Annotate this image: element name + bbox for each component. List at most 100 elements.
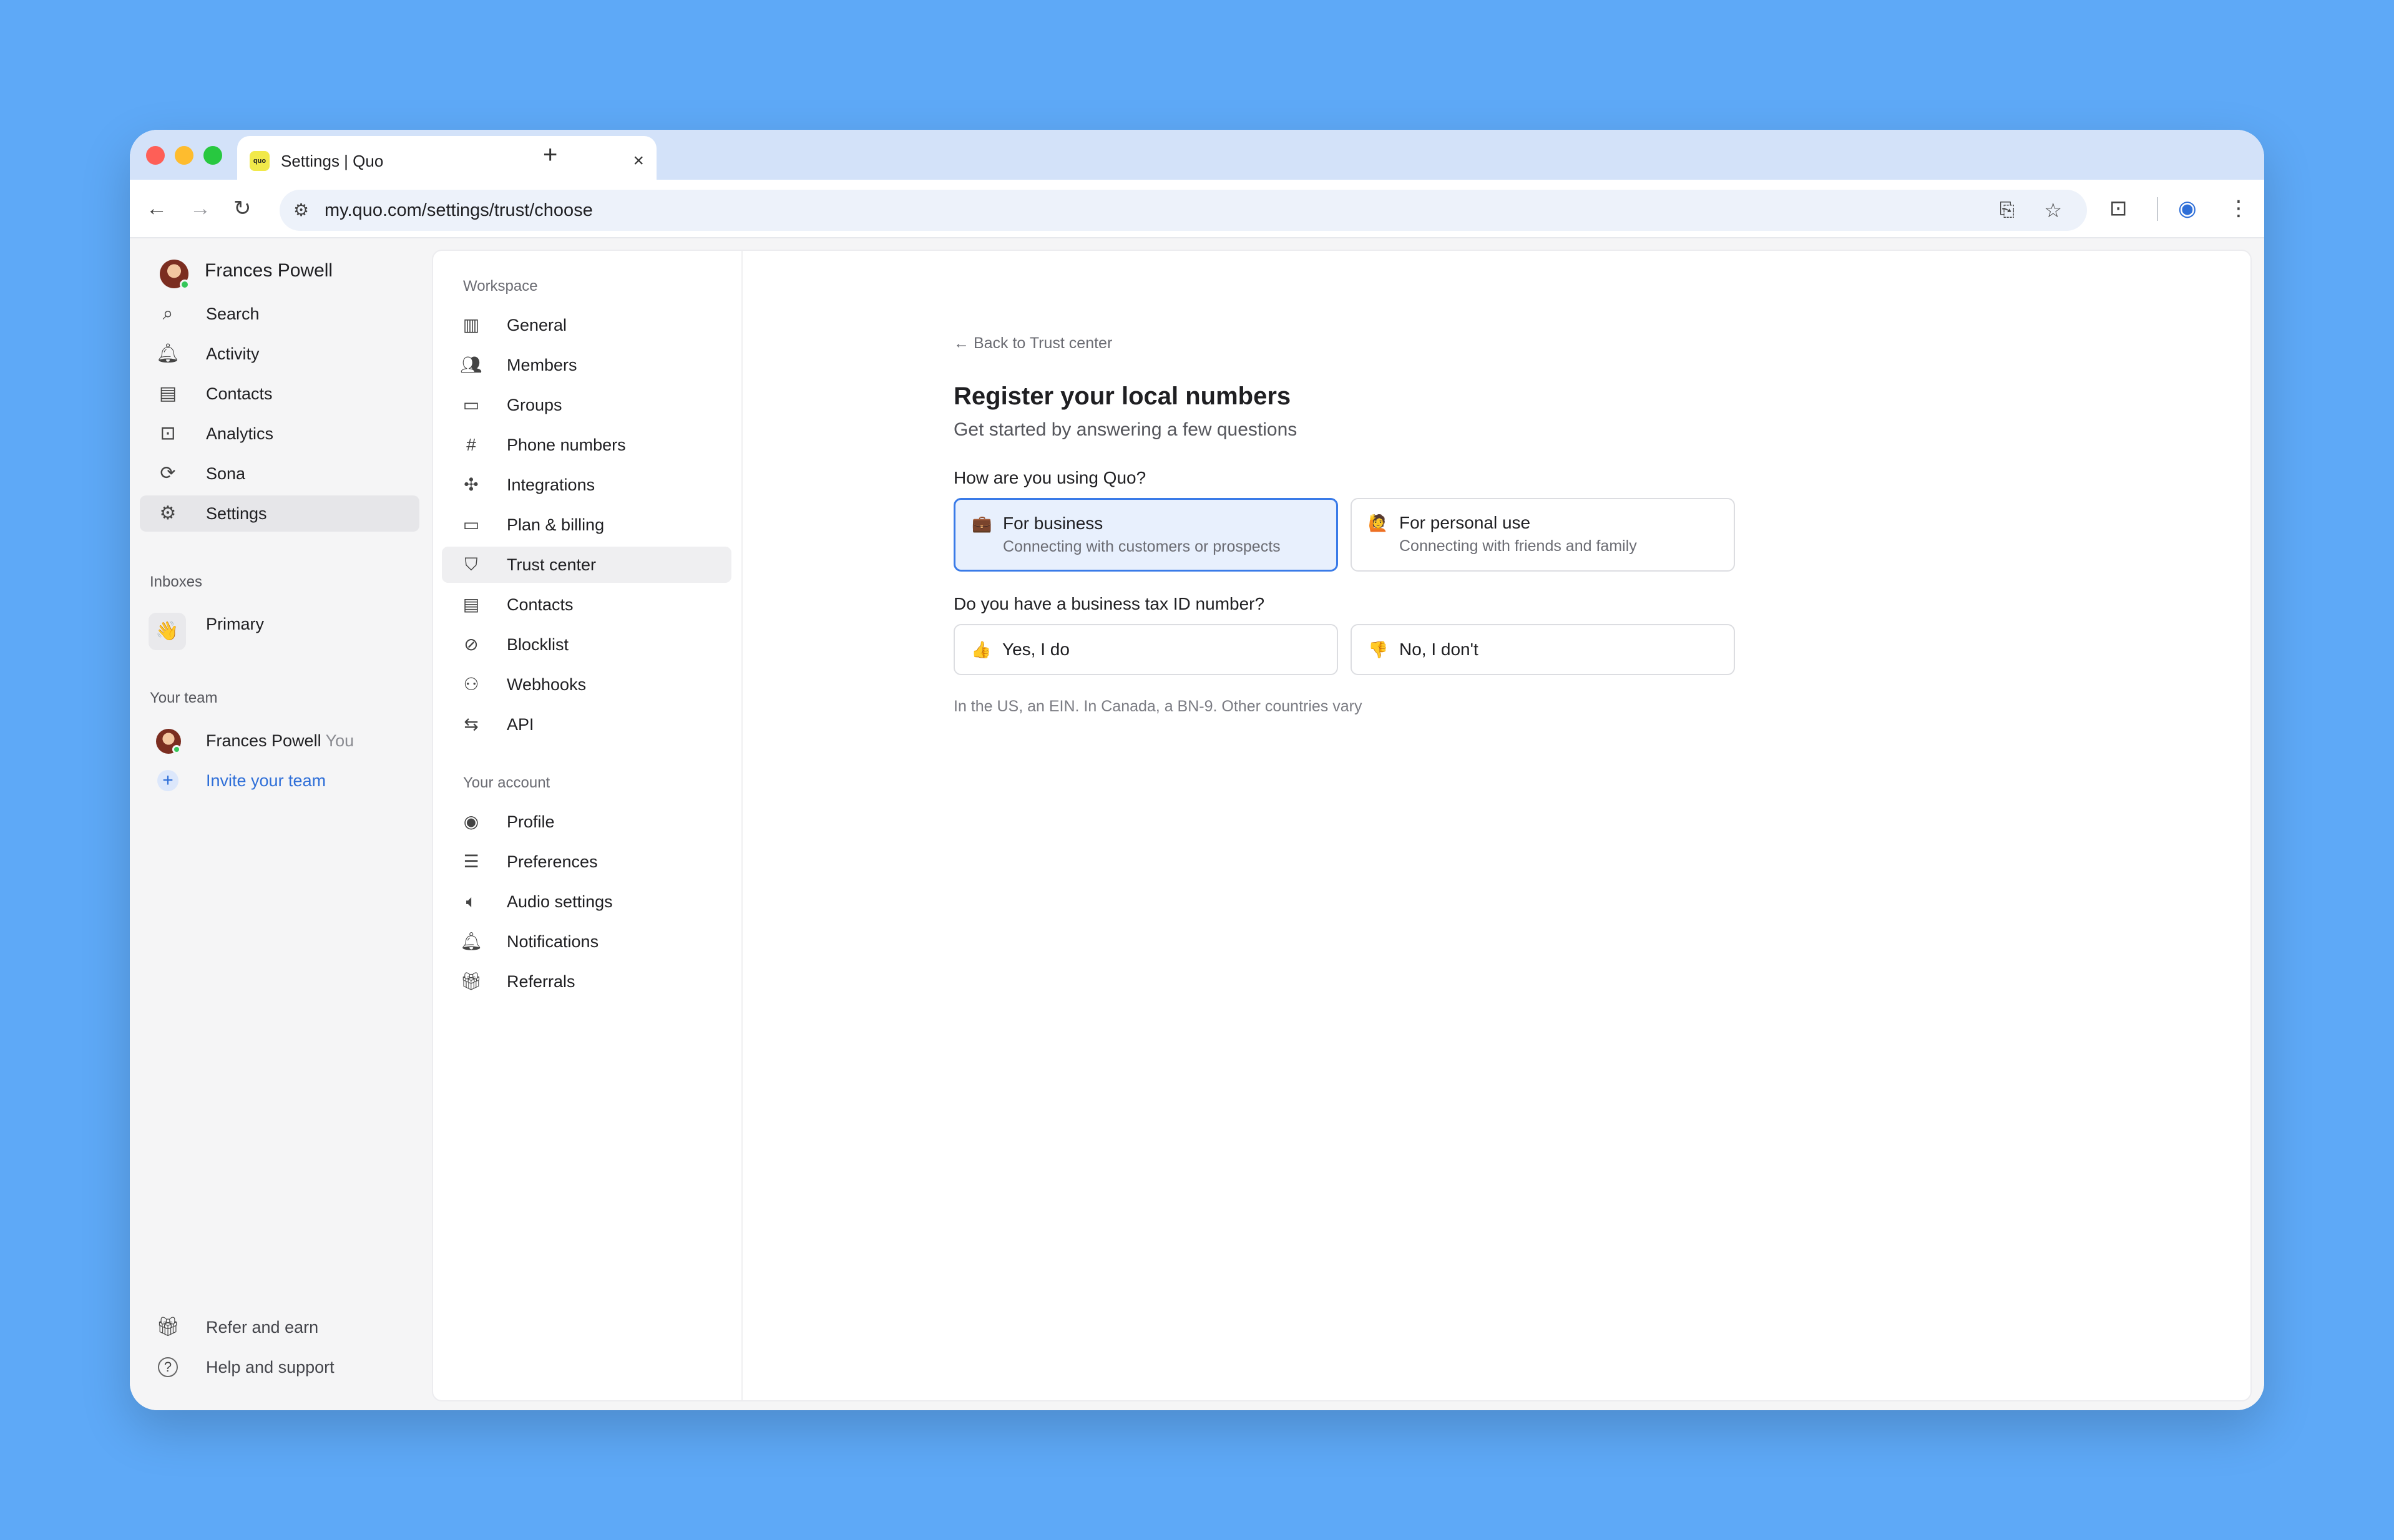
you-tag: You bbox=[325, 731, 354, 750]
sidebar-item-analytics[interactable]: ⊡ Analytics bbox=[140, 416, 419, 452]
forward-arrow-icon[interactable]: → bbox=[190, 195, 211, 222]
webhook-icon: ⚇ bbox=[463, 675, 479, 694]
nav-item-general[interactable]: ▥ General bbox=[442, 307, 731, 343]
minimize-window-button[interactable] bbox=[175, 146, 193, 165]
briefcase-emoji-icon: 💼 bbox=[972, 514, 992, 533]
nav-item-phone-numbers[interactable]: # Phone numbers bbox=[442, 427, 731, 463]
usage-question: How are you using Quo? bbox=[954, 468, 1146, 487]
analytics-icon: ⊡ bbox=[160, 423, 176, 444]
app-content: Frances Powell ⌕ Search 🔔︎ Activity ▤ Co… bbox=[130, 238, 2264, 1410]
nav-item-preferences[interactable]: ☰ Preferences bbox=[442, 844, 731, 880]
maximize-window-button[interactable] bbox=[203, 146, 222, 165]
help-icon: ? bbox=[158, 1357, 178, 1377]
url-text[interactable]: my.quo.com/settings/trust/choose bbox=[325, 190, 593, 231]
invite-team-button[interactable]: + Invite your team bbox=[140, 763, 419, 799]
settings-nav: Workspace ▥ General 👥︎ Members ▭ Groups … bbox=[433, 251, 743, 1400]
nav-item-profile[interactable]: ◉ Profile bbox=[442, 804, 731, 840]
new-tab-button[interactable]: + bbox=[543, 141, 557, 168]
inboxes-heading: Inboxes bbox=[150, 573, 203, 590]
tab-close-icon[interactable]: × bbox=[633, 149, 644, 173]
profile-icon[interactable]: ◉ bbox=[2178, 195, 2197, 222]
hash-icon: # bbox=[466, 435, 476, 454]
raised-hand-emoji-icon: 🙋 bbox=[1368, 514, 1389, 532]
nav-item-label: Phone numbers bbox=[507, 436, 626, 454]
page-subtitle: Get started by answering a few questions bbox=[954, 419, 1297, 440]
back-to-trust-center-link[interactable]: ← Back to Trust center bbox=[954, 332, 1112, 354]
sidebar-item-contacts[interactable]: ▤ Contacts bbox=[140, 376, 419, 412]
reload-icon[interactable]: ↻ bbox=[233, 195, 252, 222]
more-menu-icon[interactable]: ⋮ bbox=[2228, 195, 2249, 222]
api-icon: ⇆ bbox=[464, 714, 479, 734]
nav-item-integrations[interactable]: ✣ Integrations bbox=[442, 467, 731, 503]
nav-item-webhooks[interactable]: ⚇ Webhooks bbox=[442, 666, 731, 703]
nav-item-label: Profile bbox=[507, 812, 555, 831]
nav-item-label: Members bbox=[507, 356, 577, 374]
nav-item-label: API bbox=[507, 715, 534, 734]
option-for-business[interactable]: 💼 For business Connecting with customers… bbox=[954, 498, 1338, 572]
nav-item-label: Groups bbox=[507, 396, 562, 414]
help-and-support-link[interactable]: ? Help and support bbox=[140, 1349, 419, 1385]
page-title: Register your local numbers bbox=[954, 383, 1291, 410]
back-arrow-icon[interactable]: ← bbox=[146, 195, 167, 222]
nav-item-groups[interactable]: ▭ Groups bbox=[442, 387, 731, 423]
shield-icon: ⛉ bbox=[464, 555, 478, 574]
toolbar-divider bbox=[2157, 197, 2158, 221]
team-member-frances[interactable]: Frances Powell You bbox=[140, 723, 419, 759]
profile-icon: ◉ bbox=[463, 812, 479, 831]
nav-item-label: Plan & billing bbox=[507, 515, 605, 534]
back-link-label: Back to Trust center bbox=[973, 334, 1113, 352]
sidebar-item-label: Analytics bbox=[206, 424, 274, 443]
nav-item-api[interactable]: ⇆ API bbox=[442, 706, 731, 743]
option-description: Connecting with customers or prospects bbox=[1003, 538, 1281, 555]
close-window-button[interactable] bbox=[146, 146, 165, 165]
install-app-icon[interactable]: ⎘ bbox=[2000, 190, 2015, 231]
nav-item-blocklist[interactable]: ⊘ Blocklist bbox=[442, 626, 731, 663]
refer-and-earn-link[interactable]: 🎁︎ Refer and earn bbox=[140, 1309, 419, 1345]
nav-item-audio-settings[interactable]: 🔈︎ Audio settings bbox=[442, 884, 731, 920]
nav-item-label: Referrals bbox=[507, 972, 575, 991]
help-label: Help and support bbox=[206, 1358, 335, 1377]
inbox-primary[interactable]: 👋 Primary bbox=[140, 609, 419, 653]
site-settings-icon[interactable]: ⚙ bbox=[293, 190, 309, 231]
option-for-personal-use[interactable]: 🙋 For personal use Connecting with frien… bbox=[1351, 498, 1735, 572]
sidebar-item-settings[interactable]: ⚙ Settings bbox=[140, 495, 419, 532]
nav-item-trust-center[interactable]: ⛉ Trust center bbox=[442, 547, 731, 583]
card-icon: ▭ bbox=[462, 515, 480, 534]
contacts-icon: ▤ bbox=[159, 383, 177, 404]
sliders-icon: ☰ bbox=[463, 852, 479, 871]
nav-item-contacts[interactable]: ▤ Contacts bbox=[442, 587, 731, 623]
sidebar-item-label: Search bbox=[206, 305, 260, 323]
bookmark-star-icon[interactable]: ☆ bbox=[2044, 190, 2062, 231]
sidebar-item-sona[interactable]: ⟳ Sona bbox=[140, 456, 419, 492]
nav-item-label: Notifications bbox=[507, 932, 599, 951]
browser-tab-settings[interactable]: quo Settings | Quo × bbox=[237, 136, 657, 181]
tab-strip: quo Settings | Quo × + bbox=[130, 130, 2264, 181]
nav-item-plan-billing[interactable]: ▭ Plan & billing bbox=[442, 507, 731, 543]
inbox-label: Primary bbox=[206, 615, 264, 633]
user-name: Frances Powell bbox=[205, 260, 333, 281]
nav-item-referrals[interactable]: 🎁︎ Referrals bbox=[442, 963, 731, 1000]
nav-item-notifications[interactable]: 🔔︎ Notifications bbox=[442, 924, 731, 960]
sidebar-item-activity[interactable]: 🔔︎ Activity bbox=[140, 336, 419, 372]
tab-title: Settings | Quo bbox=[281, 152, 384, 170]
sidebar-item-search[interactable]: ⌕ Search bbox=[140, 296, 419, 332]
search-icon: ⌕ bbox=[162, 303, 173, 324]
thumbs-down-emoji-icon: 👎 bbox=[1368, 640, 1389, 659]
settings-panel: Workspace ▥ General 👥︎ Members ▭ Groups … bbox=[432, 250, 2252, 1401]
address-bar[interactable]: ⚙ my.quo.com/settings/trust/choose ⎘ ☆ bbox=[280, 190, 2087, 231]
option-no-i-dont[interactable]: 👎 No, I don't bbox=[1351, 624, 1735, 675]
gift-icon: 🎁︎ bbox=[156, 1317, 180, 1337]
block-icon: ⊘ bbox=[464, 635, 479, 654]
nav-item-members[interactable]: 👥︎ Members bbox=[442, 347, 731, 383]
sidebar-item-label: Settings bbox=[206, 504, 267, 523]
contacts-icon: ▤ bbox=[462, 595, 480, 614]
team-heading: Your team bbox=[150, 690, 218, 706]
nav-item-label: Contacts bbox=[507, 595, 574, 614]
gear-icon: ⚙ bbox=[159, 503, 177, 524]
team-member-name-text: Frances Powell bbox=[206, 731, 321, 750]
online-status-dot bbox=[172, 745, 181, 754]
members-icon: 👥︎ bbox=[460, 355, 482, 374]
plus-icon: + bbox=[157, 770, 178, 791]
option-yes-i-do[interactable]: 👍 Yes, I do bbox=[954, 624, 1338, 675]
tab-search-icon[interactable]: ⊡ bbox=[2109, 195, 2128, 222]
